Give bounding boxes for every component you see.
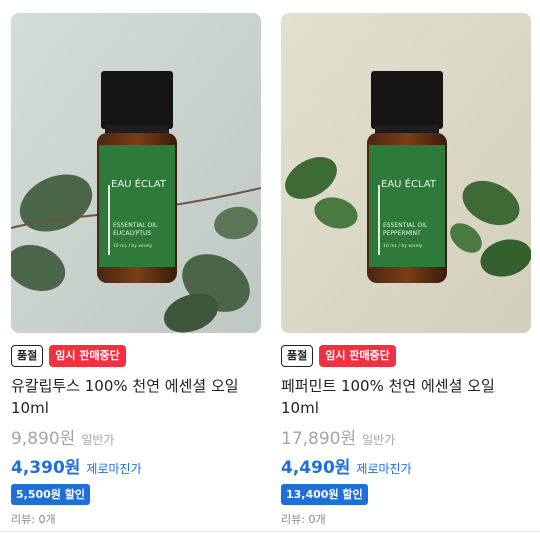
product-title[interactable]: 페퍼민트 100% 천연 에센셜 오일 10ml [281,375,526,419]
svg-text:10 mL / by wisely: 10 mL / by wisely [113,243,153,249]
soldout-badge: 품절 [281,345,314,367]
product-image[interactable]: EAU ÉCLAT ESSENTIAL OIL PEPPERMINT 10 mL… [281,13,531,333]
svg-text:EAU ÉCLAT: EAU ÉCLAT [381,177,437,190]
product-title[interactable]: 유칼립투스 100% 천연 에센셜 오일 10ml [11,375,256,419]
badge-row: 품절 임시 판매중단 [11,345,261,367]
eucalyptus-bottle-image: EAU ÉCLAT ESSENTIAL OIL EUCALYPTUS 10 mL… [11,13,261,333]
sale-price-row: 4,490원 제로마진가 [281,453,531,478]
original-price: 9,890원 [11,429,76,449]
product-grid: EAU ÉCLAT ESSENTIAL OIL EUCALYPTUS 10 mL… [0,0,540,534]
review-count: 리뷰: 0개 [281,513,326,526]
svg-text:ESSENTIAL OIL: ESSENTIAL OIL [113,222,158,229]
peppermint-bottle-image: EAU ÉCLAT ESSENTIAL OIL PEPPERMINT 10 mL… [281,13,531,333]
sale-price-row: 4,390원 제로마진가 [11,453,261,478]
review-count: 리뷰: 0개 [11,513,56,526]
sale-price: 4,390원 [11,458,81,478]
original-price: 17,890원 [281,429,357,449]
sale-price-label: 제로마진가 [356,462,412,476]
discount-badge: 5,500원 할인 [11,484,90,505]
original-price-row: 17,890원 일반가 [281,424,531,449]
soldout-badge: 품절 [11,345,44,367]
svg-text:EUCALYPTUS: EUCALYPTUS [113,230,151,237]
original-price-label: 일반가 [362,433,396,447]
svg-text:PEPPERMINT: PEPPERMINT [383,230,421,237]
product-image[interactable]: EAU ÉCLAT ESSENTIAL OIL EUCALYPTUS 10 mL… [11,13,261,333]
badge-row: 품절 임시 판매중단 [281,345,531,367]
svg-text:EAU ÉCLAT: EAU ÉCLAT [111,177,167,190]
product-card[interactable]: EAU ÉCLAT ESSENTIAL OIL EUCALYPTUS 10 mL… [11,13,261,527]
svg-text:10 mL / by wisely: 10 mL / by wisely [383,243,423,249]
sale-price: 4,490원 [281,458,351,478]
sale-price-label: 제로마진가 [86,462,142,476]
original-price-label: 일반가 [81,433,115,447]
sales-suspended-badge: 임시 판매중단 [49,345,126,367]
bottom-divider [0,531,540,532]
original-price-row: 9,890원 일반가 [11,424,261,449]
product-card[interactable]: EAU ÉCLAT ESSENTIAL OIL PEPPERMINT 10 mL… [281,13,531,527]
discount-badge: 13,400원 할인 [281,484,368,505]
sales-suspended-badge: 임시 판매중단 [319,345,396,367]
svg-text:ESSENTIAL OIL: ESSENTIAL OIL [383,222,428,229]
